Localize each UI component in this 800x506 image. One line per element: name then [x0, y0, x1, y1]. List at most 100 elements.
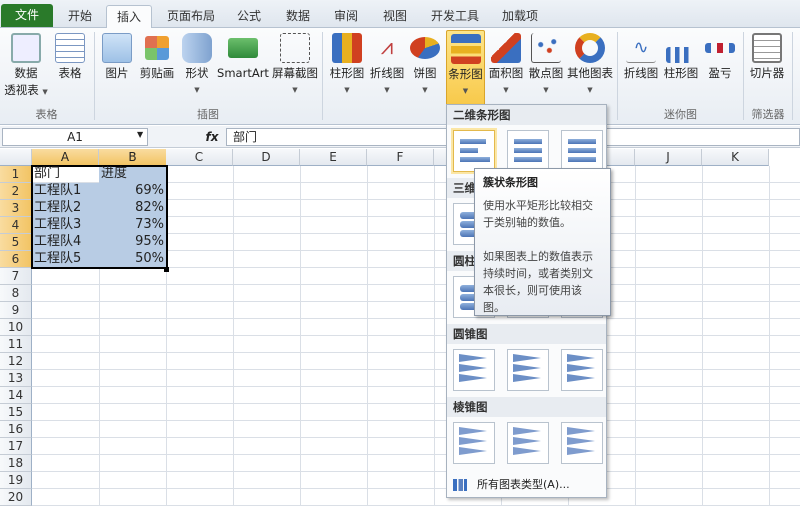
tab-page-layout[interactable]: 页面布局: [158, 5, 224, 28]
row-header[interactable]: 16: [0, 421, 32, 438]
column-header[interactable]: D: [233, 149, 300, 166]
chart-subtype-thumb[interactable]: [561, 130, 603, 172]
sparkline-winloss-button[interactable]: 盈亏: [702, 30, 738, 82]
column-header[interactable]: E: [300, 149, 367, 166]
cell-header[interactable]: 进度: [99, 166, 166, 183]
bar-chart-icon: [450, 34, 481, 64]
label: 条形图: [448, 67, 483, 81]
cell-progress[interactable]: 69%: [99, 183, 166, 200]
column-chart-button[interactable]: 柱形图 ▼: [327, 30, 367, 99]
tab-review[interactable]: 审阅: [324, 5, 368, 28]
tooltip: 簇状条形图 使用水平矩形比较相交于类别轴的数值。 如果图表上的数值表示持续时间，…: [474, 168, 611, 316]
row-header[interactable]: 12: [0, 353, 32, 370]
slicer-button[interactable]: 切片器: [747, 30, 787, 82]
chart-subtype-thumb[interactable]: [561, 422, 603, 464]
smartart-button[interactable]: SmartArt: [216, 30, 270, 82]
tab-file[interactable]: 文件: [1, 4, 53, 27]
chart-subtype-thumb[interactable]: [507, 422, 549, 464]
chart-subtype-thumb[interactable]: [507, 349, 549, 391]
line-chart-button[interactable]: ⩘ 折线图 ▼: [367, 30, 407, 99]
row-header[interactable]: 2: [0, 183, 32, 200]
label: 柱形图: [663, 66, 699, 80]
sparkline-line-button[interactable]: ∿ 折线图: [622, 30, 660, 82]
cell-team[interactable]: 工程队4: [32, 234, 99, 251]
column-header[interactable]: A: [32, 149, 99, 166]
row-header[interactable]: 1: [0, 166, 32, 183]
smartart-icon: [228, 38, 258, 58]
row-header[interactable]: 9: [0, 302, 32, 319]
pivot-table-button[interactable]: 数据 透视表 ▼: [4, 30, 48, 101]
row-header[interactable]: 7: [0, 268, 32, 285]
chart-subtype-thumb[interactable]: [561, 349, 603, 391]
row-header[interactable]: 10: [0, 319, 32, 336]
cell-progress[interactable]: 73%: [99, 217, 166, 234]
group-tables: 表格: [35, 108, 58, 121]
column-header[interactable]: K: [702, 149, 769, 166]
picture-button[interactable]: 图片: [100, 30, 134, 82]
shapes-button[interactable]: 形状 ▼: [180, 30, 214, 99]
row-header[interactable]: 3: [0, 200, 32, 217]
name-box-dropdown-icon[interactable]: ▼: [137, 130, 143, 139]
cell-progress[interactable]: 82%: [99, 200, 166, 217]
cell-progress[interactable]: 95%: [99, 234, 166, 251]
chart-subtype-thumb[interactable]: [453, 349, 495, 391]
select-all-corner[interactable]: [0, 149, 32, 166]
pie-chart-button[interactable]: 饼图 ▼: [408, 30, 442, 99]
tab-insert[interactable]: 插入: [106, 5, 152, 28]
tab-data[interactable]: 数据: [276, 5, 320, 28]
row-header[interactable]: 5: [0, 234, 32, 251]
sparkline-column-button[interactable]: 柱形图: [662, 30, 700, 82]
row-header[interactable]: 13: [0, 370, 32, 387]
other-charts-button[interactable]: 其他图表 ▼: [566, 30, 614, 99]
column-header[interactable]: F: [367, 149, 434, 166]
tab-addins[interactable]: 加载项: [495, 5, 545, 28]
menu-section-header: 棱锥图: [447, 397, 606, 417]
column-header[interactable]: J: [635, 149, 702, 166]
chart-subtype-thumb[interactable]: [453, 130, 495, 172]
tab-formulas[interactable]: 公式: [228, 5, 270, 28]
row-header[interactable]: 6: [0, 251, 32, 268]
cell-team[interactable]: 工程队2: [32, 200, 99, 217]
row-header[interactable]: 20: [0, 489, 32, 506]
tooltip-text: 如果图表上的数值表示持续时间，或者类别文本很长，则可使用该图。: [483, 250, 593, 314]
label: 散点图: [528, 66, 564, 80]
column-header[interactable]: C: [166, 149, 233, 166]
group-sparklines: 迷你图: [664, 108, 697, 121]
tab-home[interactable]: 开始: [58, 5, 102, 28]
row-header[interactable]: 8: [0, 285, 32, 302]
row-header[interactable]: 17: [0, 438, 32, 455]
row-header[interactable]: 14: [0, 387, 32, 404]
cell-team[interactable]: 工程队3: [32, 217, 99, 234]
clipart-button[interactable]: 剪贴画: [136, 30, 178, 82]
insert-function-button[interactable]: fx: [200, 128, 224, 146]
name-box[interactable]: A1: [2, 128, 148, 146]
bar-chart-button[interactable]: 条形图 ▼: [446, 30, 485, 106]
worksheet-grid[interactable]: ABCDEFGHIJK12345678910111213141516171819…: [0, 149, 800, 506]
tab-developer[interactable]: 开发工具: [425, 5, 485, 28]
cell-progress[interactable]: 50%: [99, 251, 166, 268]
label: 切片器: [749, 66, 785, 80]
cell-team[interactable]: 工程队1: [32, 183, 99, 200]
cell-team[interactable]: 工程队5: [32, 251, 99, 268]
row-header[interactable]: 11: [0, 336, 32, 353]
cell-header[interactable]: 部门: [32, 166, 99, 183]
shapes-icon: [182, 33, 212, 63]
row-header[interactable]: 18: [0, 455, 32, 472]
area-chart-button[interactable]: 面积图 ▼: [486, 30, 526, 99]
scatter-chart-button[interactable]: 散点图 ▼: [526, 30, 566, 99]
all-chart-types-item[interactable]: 所有图表类型(A)...: [447, 473, 606, 497]
chart-subtype-thumb[interactable]: [507, 130, 549, 172]
menu-section-header: 二维条形图: [447, 105, 606, 125]
sparkline-line-icon: ∿: [626, 33, 656, 63]
row-header[interactable]: 4: [0, 217, 32, 234]
tab-view[interactable]: 视图: [373, 5, 417, 28]
label: 数据: [14, 66, 38, 80]
screenshot-button[interactable]: 屏幕截图 ▼: [270, 30, 320, 99]
row-header[interactable]: 15: [0, 404, 32, 421]
chart-subtype-thumb[interactable]: [453, 422, 495, 464]
row-header[interactable]: 19: [0, 472, 32, 489]
column-header[interactable]: B: [99, 149, 167, 166]
table-button[interactable]: 表格: [52, 30, 88, 82]
column-chart-icon: [332, 33, 362, 63]
picture-icon: [102, 33, 132, 63]
